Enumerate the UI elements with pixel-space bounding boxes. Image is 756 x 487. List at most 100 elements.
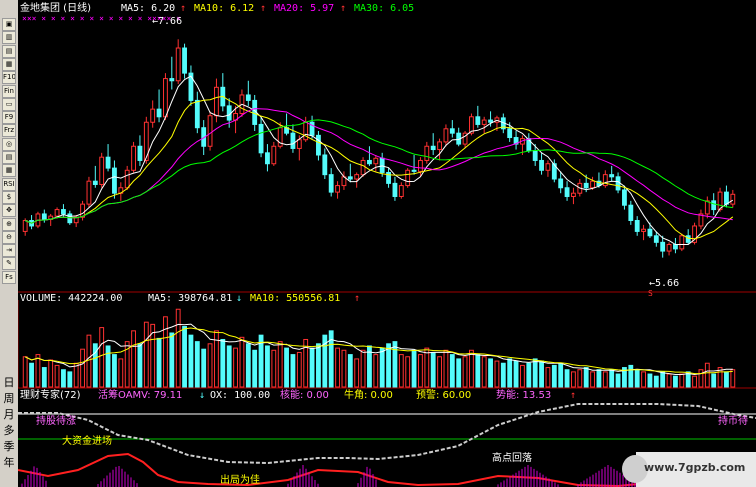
volume-bar <box>596 369 602 388</box>
volume-bar <box>551 364 557 388</box>
volume-bar <box>379 347 385 388</box>
candle-body <box>615 176 621 191</box>
rsi-icon[interactable]: RSI <box>2 177 16 191</box>
volume-bar <box>201 348 207 388</box>
volume-bar <box>724 371 729 388</box>
volume-bar <box>265 345 270 388</box>
candle-body <box>685 235 691 243</box>
candle-body <box>405 169 411 187</box>
period-button-5[interactable]: 年 <box>1 455 17 470</box>
volume-bar <box>443 349 449 388</box>
watermark: www.7gpzb.com <box>622 452 756 487</box>
calc-icon[interactable]: ◎ <box>2 137 16 151</box>
dollar-icon[interactable]: $ <box>2 190 16 204</box>
candle-body <box>558 178 564 189</box>
volume-bar <box>602 371 608 388</box>
volume-bar <box>660 371 666 388</box>
f10-icon[interactable]: F10 <box>2 71 16 85</box>
candle-body <box>182 47 187 74</box>
refresh-icon[interactable]: ▤ <box>2 151 16 164</box>
candle-body <box>418 159 423 172</box>
volume-bar <box>507 358 513 388</box>
volume-bar <box>73 362 79 388</box>
candle-body <box>131 145 136 171</box>
candle-body <box>449 128 455 134</box>
volume-bar <box>80 348 85 388</box>
candle-body <box>590 180 595 189</box>
volume-ma10-label: MA10: 550556.81 <box>250 293 340 304</box>
s-marker: S <box>648 289 653 298</box>
volume-bar <box>628 364 634 388</box>
volume-bar <box>360 349 366 388</box>
indicator-power: 势能: 13.53 <box>496 388 551 401</box>
volume-bar <box>564 369 570 388</box>
zoom-out-icon[interactable]: ⊖ <box>2 230 16 244</box>
export-icon[interactable]: ⇥ <box>2 244 16 258</box>
candle-body <box>679 235 685 250</box>
volume-ma5-label: MA5: 398764.81 <box>148 293 232 304</box>
candle-body <box>673 244 678 250</box>
volume-bar <box>653 375 659 388</box>
volume-bar <box>316 343 321 388</box>
volume-bar <box>711 373 717 388</box>
volume-bar <box>481 356 487 388</box>
candle-body <box>175 47 181 82</box>
label-big-money-inflow: 大资金进场 <box>62 434 112 447</box>
volume-bar <box>513 360 519 388</box>
candle-body <box>475 116 481 125</box>
pen-icon[interactable]: ✎ <box>2 257 16 271</box>
fs-icon[interactable]: Fs <box>2 270 16 284</box>
chart-canvas: 510203040506070 金地集团 (日线) MA5: 6.20 ↑ MA… <box>18 0 756 487</box>
volume-bar <box>163 316 168 388</box>
volume-bar <box>704 362 710 388</box>
volume-bar <box>29 362 34 388</box>
line-chart-icon[interactable]: ▤ <box>2 44 16 58</box>
volume-bar <box>226 345 232 388</box>
candle-body <box>488 119 493 123</box>
candle <box>182 43 187 79</box>
ma10-label: MA10: 6.12 <box>194 3 254 14</box>
candle-body <box>265 152 270 165</box>
candle-body <box>379 157 385 173</box>
zoom-in-icon[interactable]: ⊕ <box>2 217 16 231</box>
volume-bar <box>137 343 143 388</box>
volume-bar <box>233 347 238 388</box>
candle-body <box>666 244 672 252</box>
low-price-annotation: ←5.66 <box>649 278 679 289</box>
candle-body <box>564 187 570 197</box>
bar-chart-icon[interactable]: ▦ <box>2 57 16 71</box>
f9-icon[interactable]: F9 <box>2 111 16 125</box>
watermark-text: www.7gpzb.com <box>644 461 746 474</box>
candle-body <box>163 78 168 118</box>
period-button-0[interactable]: 日 <box>1 375 17 390</box>
kline-icon[interactable]: ▦ <box>2 164 16 178</box>
volume-bar <box>539 360 544 388</box>
period-button-3[interactable]: 多 <box>1 423 17 438</box>
candle-body <box>322 154 328 176</box>
candle-body <box>92 180 98 185</box>
frz-icon[interactable]: Frz <box>2 124 16 138</box>
candle-body <box>41 213 47 220</box>
ma10-arrow: ↑ <box>260 3 266 14</box>
volume-bar <box>411 349 417 388</box>
candle-body <box>571 192 576 197</box>
volume-bar <box>475 354 481 388</box>
doc-icon[interactable]: ▭ <box>2 97 16 111</box>
volume-bar <box>615 373 621 388</box>
candle-body <box>532 150 538 161</box>
volume-bar <box>730 369 736 388</box>
indicator-core: 核能: 0.00 <box>280 388 329 401</box>
period-button-2[interactable]: 月 <box>1 407 17 422</box>
volume-bar <box>99 327 105 388</box>
volume-bar <box>35 354 41 388</box>
cursor-icon[interactable]: ▣ <box>2 18 16 31</box>
volume-bar <box>545 367 551 388</box>
move-icon[interactable]: ✥ <box>2 204 16 218</box>
candle-chart-icon[interactable]: ▥ <box>2 31 16 45</box>
volume-bar <box>182 326 187 388</box>
candle-body <box>169 78 175 82</box>
period-button-4[interactable]: 季 <box>1 439 17 454</box>
period-button-1[interactable]: 周 <box>1 391 17 406</box>
fin-icon[interactable]: Fin <box>2 84 16 98</box>
candle-body <box>207 115 213 147</box>
